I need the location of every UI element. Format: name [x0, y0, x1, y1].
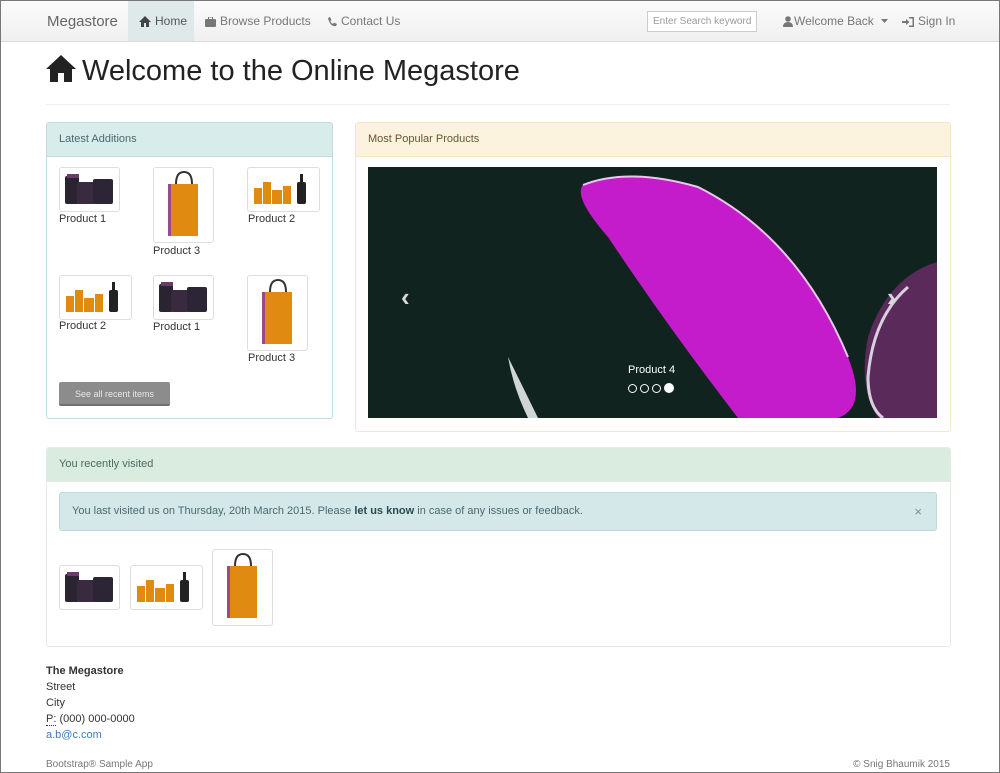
nav-home-label: Home — [155, 14, 188, 28]
carousel-next-button[interactable]: › — [887, 282, 896, 313]
recently-visited-panel: You recently visited — [46, 447, 951, 647]
home-icon — [46, 55, 76, 82]
home-icon — [139, 16, 151, 27]
carousel-indicator-active[interactable] — [664, 383, 674, 393]
latest-additions-heading: Latest Additions — [47, 123, 332, 157]
carousel-indicator[interactable] — [628, 384, 637, 393]
carousel-indicators — [628, 380, 677, 398]
product-caption[interactable]: Product 1 — [59, 213, 106, 225]
carousel-indicator[interactable] — [640, 384, 649, 393]
recent-product-thumb[interactable] — [130, 565, 203, 610]
last-visit-alert: You last visited us on Thursday, 20th Ma… — [59, 492, 937, 531]
product-1-image — [65, 572, 113, 602]
cosmetics-image — [137, 572, 189, 602]
recent-product-thumb[interactable] — [212, 549, 273, 626]
search-input[interactable] — [647, 11, 757, 32]
product-caption[interactable]: Product 2 — [59, 320, 106, 332]
address-city: City — [46, 697, 65, 709]
signin-label: Sign In — [918, 14, 956, 28]
product-caption[interactable]: Product 1 — [153, 321, 200, 333]
product-thumb[interactable] — [247, 275, 308, 351]
shopping-bag-image — [226, 552, 257, 618]
alert-text-start: You last visited us on Thursday, 20th Ma… — [72, 505, 355, 517]
signin-link[interactable]: Sign In — [902, 1, 955, 41]
email-link[interactable]: a.b@c.com — [46, 727, 135, 743]
caret-down-icon — [881, 19, 889, 23]
product-1-image — [159, 282, 207, 312]
feedback-link[interactable]: let us know — [354, 505, 414, 517]
carousel-caption: Product 4 — [628, 364, 676, 376]
phone-label: P: — [46, 713, 57, 726]
shopping-bag-image — [261, 278, 292, 344]
phone-icon — [328, 17, 337, 27]
see-all-recent-button[interactable]: See all recent items — [59, 382, 170, 406]
product-thumb[interactable] — [59, 167, 120, 212]
cosmetics-image — [254, 174, 306, 204]
footer-copyright: © Snig Bhaumik 2015 — [853, 759, 950, 770]
product-thumb[interactable] — [247, 167, 320, 212]
nav-contact-us[interactable]: Contact Us — [327, 1, 400, 41]
product-carousel[interactable]: ‹ › Product 4 — [368, 167, 937, 418]
carousel-prev-button[interactable]: ‹ — [401, 282, 410, 313]
phone-number: (000) 000-0000 — [59, 713, 135, 725]
product-thumb[interactable] — [153, 167, 214, 243]
product-caption[interactable]: Product 3 — [153, 245, 200, 257]
recently-visited-heading: You recently visited — [47, 448, 950, 482]
page-title-text: Welcome to the Online Megastore — [82, 55, 520, 87]
product-caption[interactable]: Product 2 — [248, 213, 295, 225]
user-icon — [783, 16, 793, 27]
nav-browse-label: Browse Products — [220, 14, 311, 28]
phone-line: P: (000) 000-0000 — [46, 711, 135, 727]
brand-link[interactable]: Megastore — [47, 13, 118, 30]
briefcase-icon — [205, 17, 216, 27]
alert-text-end: in case of any issues or feedback. — [414, 505, 583, 517]
product-thumb[interactable] — [59, 275, 132, 320]
shopping-bag-image — [167, 170, 198, 236]
nav-browse-products[interactable]: Browse Products — [205, 1, 311, 41]
address-street: Street — [46, 681, 76, 693]
welcome-label: Welcome Back — [794, 14, 874, 28]
product-caption[interactable]: Product 3 — [248, 352, 295, 364]
navbar: Megastore Home Browse Products Contact U… — [1, 1, 999, 42]
title-divider — [46, 104, 950, 105]
nav-contact-label: Contact Us — [341, 14, 401, 28]
store-name: The Megastore — [46, 665, 124, 677]
close-icon[interactable]: × — [914, 493, 922, 530]
footer-app-name: Bootstrap® Sample App — [46, 759, 153, 770]
product-thumb[interactable] — [153, 275, 214, 320]
page-title: Welcome to the Online Megastore — [46, 55, 520, 88]
address-block: The Megastore Street City P: (000) 000-0… — [46, 663, 135, 743]
cosmetics-image — [66, 282, 118, 312]
nav-home[interactable]: Home — [128, 1, 194, 41]
log-in-icon — [902, 17, 914, 27]
most-popular-heading: Most Popular Products — [356, 123, 950, 157]
carousel-indicator[interactable] — [652, 384, 661, 393]
product-1-image — [65, 174, 113, 204]
recent-product-thumb[interactable] — [59, 565, 120, 610]
welcome-dropdown[interactable]: Welcome Back — [783, 1, 889, 41]
